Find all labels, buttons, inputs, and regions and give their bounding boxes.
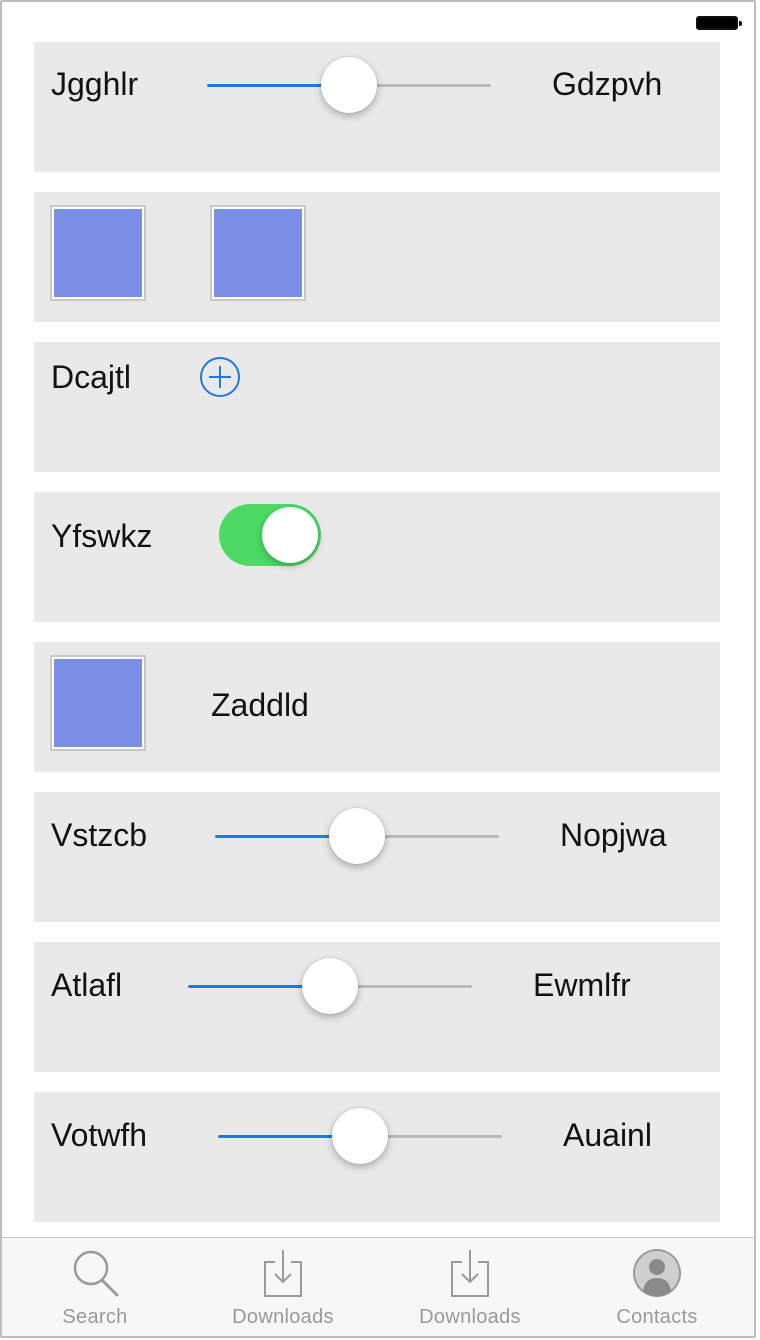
download-icon bbox=[451, 1250, 489, 1297]
slider-row-vstzcb: Vstzcb Nopjwa bbox=[34, 792, 720, 922]
slider-thumb[interactable] bbox=[302, 958, 358, 1014]
slider-right-label: Gdzpvh bbox=[552, 66, 663, 102]
slider-thumb[interactable] bbox=[329, 808, 385, 864]
tab-bar: Search Downloads Downloads Contacts bbox=[2, 1237, 754, 1336]
tab-downloads-2[interactable]: Downloads bbox=[390, 1238, 550, 1336]
toggle-knob bbox=[262, 507, 318, 563]
image-fill bbox=[54, 209, 142, 297]
add-row-dcajtl: Dcajtl bbox=[34, 342, 720, 472]
slider-atlafl[interactable] bbox=[188, 958, 472, 1014]
image-fill bbox=[54, 659, 142, 747]
tab-label: Downloads bbox=[232, 1306, 334, 1328]
tab-search[interactable]: Search bbox=[15, 1238, 175, 1336]
slider-votwfh[interactable] bbox=[218, 1108, 502, 1164]
slider-left-label: Atlafl bbox=[51, 967, 123, 1003]
image-row bbox=[34, 192, 720, 322]
tab-label: Search bbox=[62, 1306, 128, 1328]
tab-label: Contacts bbox=[616, 1306, 698, 1328]
slider-right-label: Nopjwa bbox=[560, 817, 667, 853]
search-icon bbox=[73, 1250, 119, 1297]
slider-vstzcb[interactable] bbox=[215, 808, 499, 864]
add-row-label: Dcajtl bbox=[51, 359, 132, 395]
toggle-switch[interactable] bbox=[219, 504, 321, 566]
image-thumbnail[interactable] bbox=[50, 655, 146, 751]
slider-thumb[interactable] bbox=[332, 1108, 388, 1164]
slider-right-label: Auainl bbox=[563, 1117, 652, 1153]
tab-label: Downloads bbox=[419, 1306, 521, 1328]
slider-left-label: Jgghlr bbox=[51, 66, 139, 102]
tab-downloads[interactable]: Downloads bbox=[203, 1238, 363, 1336]
phone-screen: Jgghlr Gdzpvh Dcajtl Yfswkz Zaddld Vstzc… bbox=[0, 0, 756, 1338]
image-text-row-zaddld: Zaddld bbox=[34, 642, 720, 772]
plus-circle-icon[interactable] bbox=[200, 357, 240, 397]
slider-row-votwfh: Votwfh Auainl bbox=[34, 1092, 720, 1222]
slider-right-label: Ewmlfr bbox=[533, 967, 631, 1003]
slider-left-label: Vstzcb bbox=[51, 817, 148, 853]
toggle-row-yfswkz: Yfswkz bbox=[34, 492, 720, 622]
battery-icon bbox=[696, 16, 742, 30]
image-fill bbox=[214, 209, 302, 297]
download-icon bbox=[264, 1250, 302, 1297]
toggle-label: Yfswkz bbox=[51, 518, 153, 554]
contact-icon bbox=[633, 1249, 681, 1297]
slider-row-atlafl: Atlafl Ewmlfr bbox=[34, 942, 720, 1072]
tab-contacts[interactable]: Contacts bbox=[577, 1238, 737, 1336]
image-row-label: Zaddld bbox=[211, 687, 309, 723]
slider-jgghlr[interactable] bbox=[207, 57, 491, 113]
image-thumbnail[interactable] bbox=[210, 205, 306, 301]
slider-left-label: Votwfh bbox=[51, 1117, 148, 1153]
image-thumbnail[interactable] bbox=[50, 205, 146, 301]
slider-row-jgghlr: Jgghlr Gdzpvh bbox=[34, 42, 720, 172]
slider-thumb[interactable] bbox=[321, 57, 377, 113]
